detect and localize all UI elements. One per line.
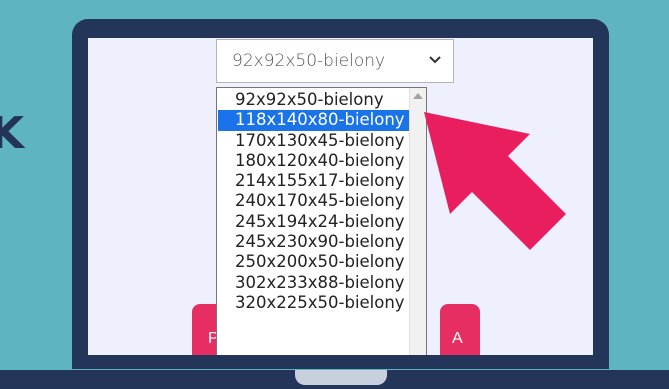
pink-button-right[interactable]: A (440, 304, 480, 355)
select-option[interactable]: 250x200x50-bielony (218, 252, 410, 272)
select-option[interactable]: 245x194x24-bielony (218, 212, 410, 232)
select-option[interactable]: 118x140x80-bielony (218, 110, 410, 131)
select-option[interactable]: 170x130x45-bielony (218, 131, 410, 151)
side-heading-fragment: K (0, 108, 25, 159)
laptop-notch (295, 370, 387, 385)
scroll-up-arrow-icon[interactable] (413, 93, 423, 99)
select-option[interactable]: 302x233x88-bielony (218, 273, 410, 293)
select-option[interactable]: 245x230x90-bielony (218, 232, 410, 252)
option-list: 92x92x50-bielony 118x140x80-bielony 170x13… (218, 90, 410, 313)
select-option[interactable]: 180x120x40-bielony (218, 151, 410, 171)
select-option[interactable]: 320x225x50-bielony (218, 293, 410, 313)
size-select[interactable]: 92x92x50-bielony (216, 39, 454, 83)
select-option[interactable]: 214x155x17-bielony (218, 171, 410, 191)
select-option[interactable]: 240x170x45-bielony (218, 191, 410, 211)
select-current-value: 92x92x50-bielony (232, 51, 386, 71)
select-dropdown-list[interactable]: 92x92x50-bielony 118x140x80-bielony 170x13… (216, 87, 427, 355)
select-option[interactable]: 92x92x50-bielony (218, 90, 410, 110)
chevron-down-icon (429, 56, 441, 64)
pointer-arrow-icon (424, 112, 566, 250)
